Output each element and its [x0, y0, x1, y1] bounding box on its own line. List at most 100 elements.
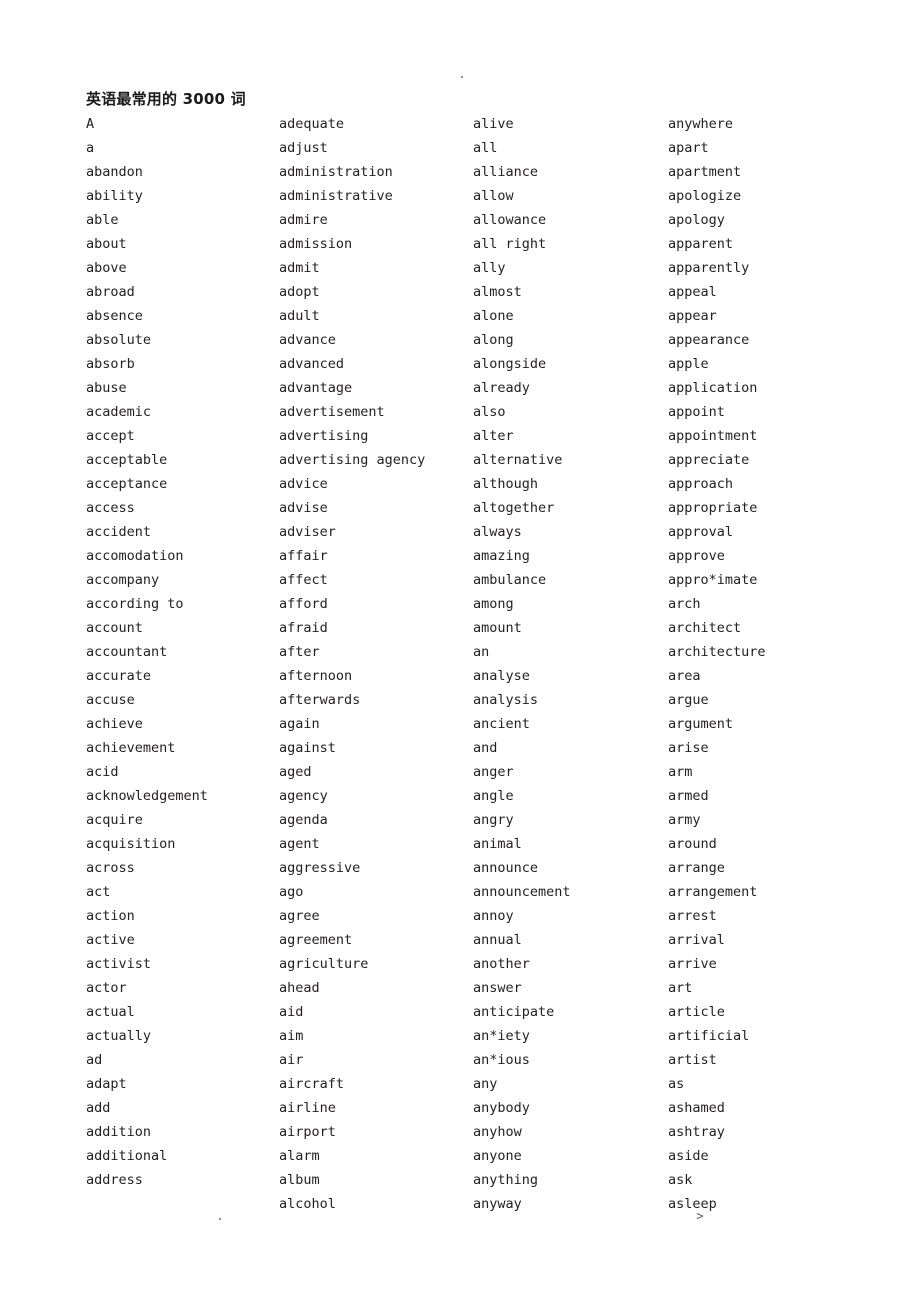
word-entry: altogether — [473, 500, 555, 516]
word-entry: afford — [279, 596, 328, 612]
word-entry: advise — [279, 500, 328, 516]
word-entry: alliance — [473, 164, 539, 180]
word-entry: afternoon — [279, 668, 353, 684]
word-entry: arrange — [668, 860, 725, 876]
word-entry: acceptable — [86, 452, 168, 468]
word-entry: admit — [279, 260, 320, 276]
word-entry: album — [279, 1172, 320, 1188]
word-entry: arrive — [668, 956, 717, 972]
word-entry: announce — [473, 860, 539, 876]
word-entry: appeal — [668, 284, 717, 300]
word-entry: announcement — [473, 884, 571, 900]
word-entry: army — [668, 812, 701, 828]
word-entry: aside — [668, 1148, 709, 1164]
word-entry: alive — [473, 116, 514, 132]
word-entry: alcohol — [279, 1196, 336, 1212]
word-entry: adapt — [86, 1076, 127, 1092]
word-entry: additional — [86, 1148, 168, 1164]
word-entry: anywhere — [668, 116, 734, 132]
word-entry: accomodation — [86, 548, 184, 564]
word-entry: administration — [279, 164, 393, 180]
word-entry: appropriate — [668, 500, 758, 516]
word-entry: absorb — [86, 356, 135, 372]
word-entry: ask — [668, 1172, 693, 1188]
word-entry: against — [279, 740, 336, 756]
word-entry: art — [668, 980, 693, 996]
word-entry: abuse — [86, 380, 127, 396]
word-entry: almost — [473, 284, 522, 300]
word-entry: a — [86, 140, 95, 156]
word-entry: amount — [473, 620, 522, 636]
word-column-2: adequate adjust administration administrati… — [279, 112, 469, 1216]
word-entry: anyhow — [473, 1124, 522, 1140]
word-entry: allowance — [473, 212, 547, 228]
word-entry: ad — [86, 1052, 103, 1068]
word-entry: alongside — [473, 356, 547, 372]
word-entry: ashamed — [668, 1100, 725, 1116]
word-entry: account — [86, 620, 143, 636]
word-entry: argue — [668, 692, 709, 708]
word-entry: actual — [86, 1004, 135, 1020]
word-entry: allow — [473, 188, 514, 204]
word-entry: actor — [86, 980, 127, 996]
word-entry: advice — [279, 476, 328, 492]
word-entry: appreciate — [668, 452, 750, 468]
word-entry: as — [668, 1076, 685, 1092]
word-entry: absolute — [86, 332, 152, 348]
word-entry: along — [473, 332, 514, 348]
word-entry: arm — [668, 764, 693, 780]
word-entry: an*iety — [473, 1028, 530, 1044]
word-entry: approval — [668, 524, 734, 540]
word-entry: angle — [473, 788, 514, 804]
word-entry: although — [473, 476, 539, 492]
word-entry: admire — [279, 212, 328, 228]
word-entry: architect — [668, 620, 742, 636]
word-entry: arise — [668, 740, 709, 756]
word-entry: ahead — [279, 980, 320, 996]
footer-mark-left: . — [216, 1209, 224, 1223]
word-entry: around — [668, 836, 717, 852]
word-entry: advantage — [279, 380, 353, 396]
word-entry: again — [279, 716, 320, 732]
word-entry: all — [473, 140, 498, 156]
word-entry: aggressive — [279, 860, 361, 876]
word-entry: accept — [86, 428, 135, 444]
word-entry: airport — [279, 1124, 336, 1140]
word-entry: air — [279, 1052, 304, 1068]
word-entry: abroad — [86, 284, 135, 300]
word-entry: afraid — [279, 620, 328, 636]
word-entry: accuse — [86, 692, 135, 708]
word-entry: already — [473, 380, 530, 396]
word-entry: admission — [279, 236, 353, 252]
word-entry: about — [86, 236, 127, 252]
word-entry: aim — [279, 1028, 304, 1044]
word-entry: above — [86, 260, 127, 276]
word-entry: according to — [86, 596, 184, 612]
word-entry: area — [668, 668, 701, 684]
word-entry: academic — [86, 404, 152, 420]
word-entry: arch — [668, 596, 701, 612]
word-entry: anger — [473, 764, 514, 780]
word-entry: advertisement — [279, 404, 385, 420]
word-entry: accurate — [86, 668, 152, 684]
word-entry: able — [86, 212, 119, 228]
word-entry: alternative — [473, 452, 563, 468]
word-column-1: Aa abandon ability able about above abroad abse… — [86, 112, 276, 1192]
word-entry: anyway — [473, 1196, 522, 1212]
word-entry: access — [86, 500, 135, 516]
word-entry: appear — [668, 308, 717, 324]
word-entry: apart — [668, 140, 709, 156]
word-entry: adequate — [279, 116, 345, 132]
word-entry: analysis — [473, 692, 539, 708]
word-entry: alarm — [279, 1148, 320, 1164]
word-entry: all right — [473, 236, 547, 252]
word-entry: artificial — [668, 1028, 750, 1044]
word-entry: approve — [668, 548, 725, 564]
word-entry: arrival — [668, 932, 725, 948]
word-entry: always — [473, 524, 522, 540]
word-entry: application — [668, 380, 758, 396]
word-entry: administrative — [279, 188, 393, 204]
word-entry: add — [86, 1100, 111, 1116]
word-entry: any — [473, 1076, 498, 1092]
word-entry: anticipate — [473, 1004, 555, 1020]
